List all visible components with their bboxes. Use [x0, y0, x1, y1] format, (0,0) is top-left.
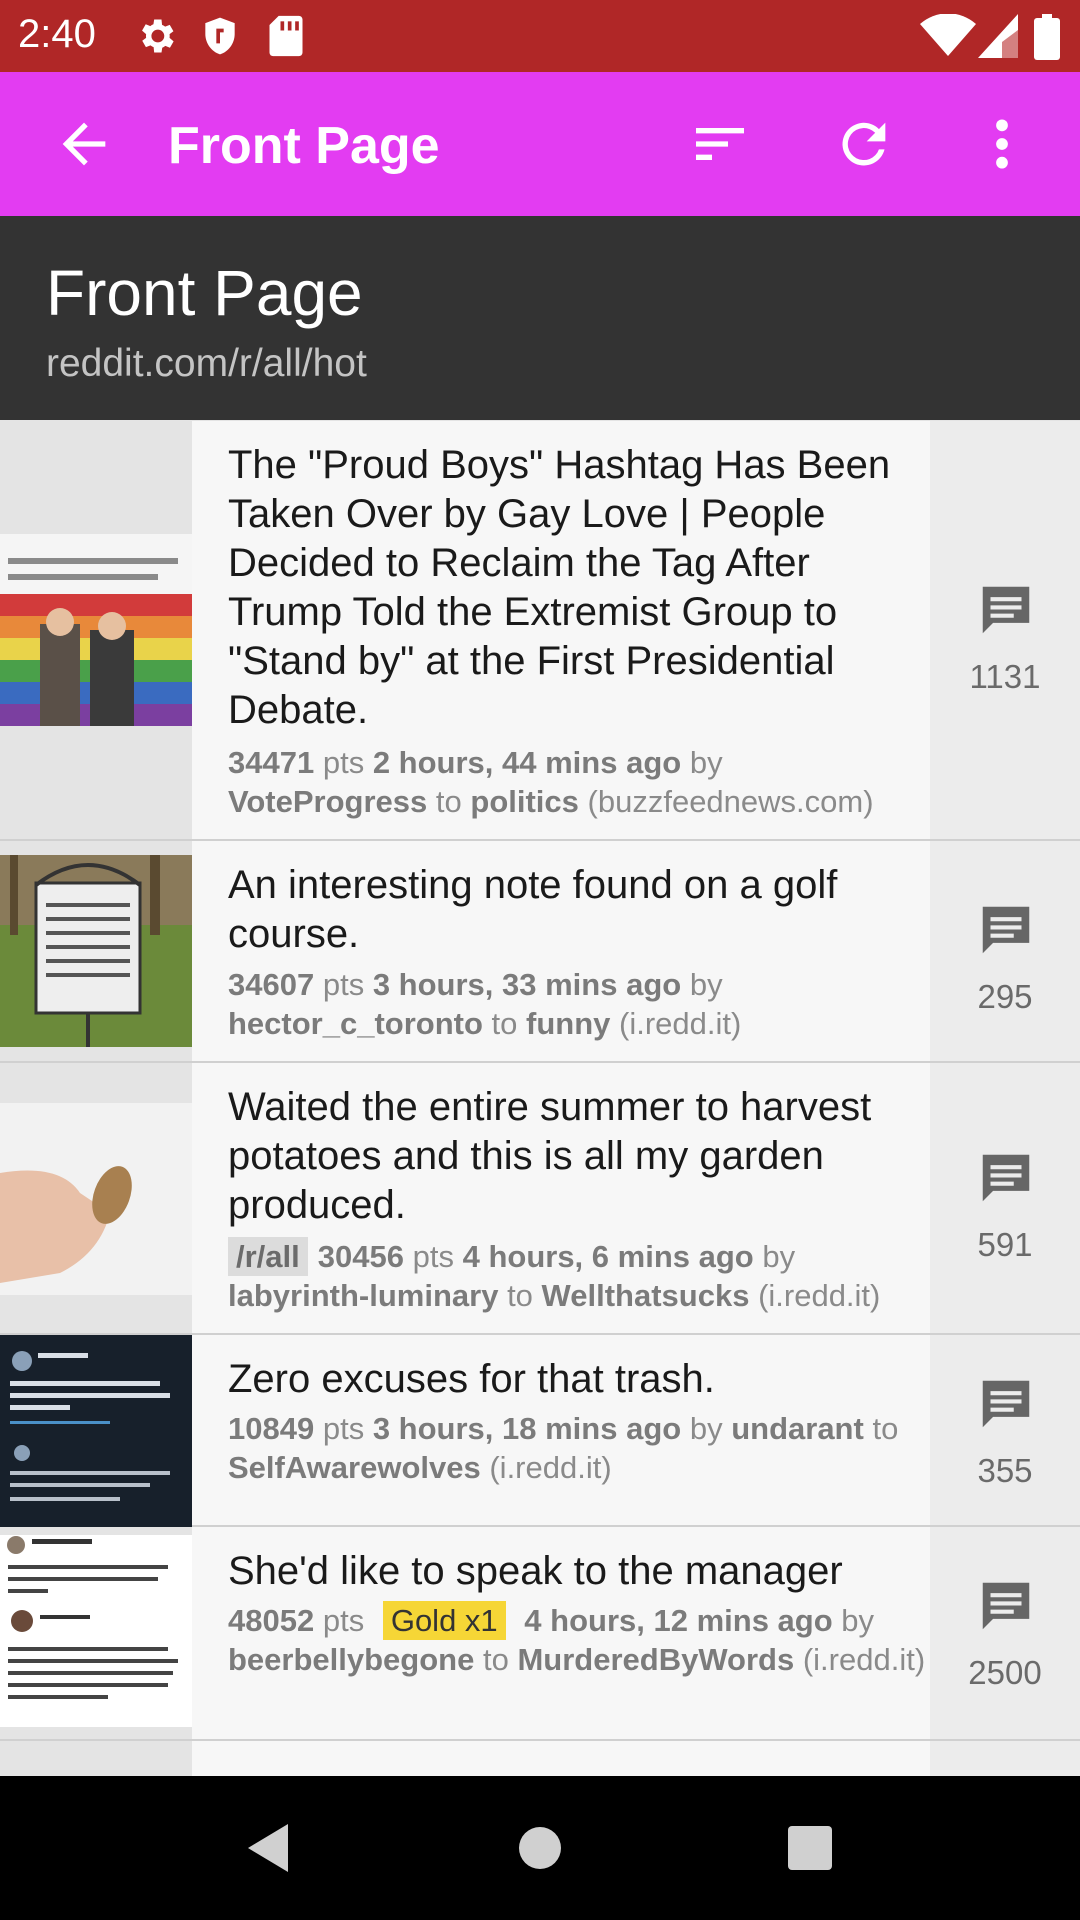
post-points: 30456	[317, 1239, 404, 1274]
post-age: 3 hours, 18 mins ago	[372, 1411, 682, 1446]
post-subreddit[interactable]: funny	[526, 1006, 610, 1041]
post-title[interactable]: She'd like to speak to the manager	[228, 1547, 918, 1596]
comment-icon	[982, 1380, 1030, 1428]
header-title: Front Page	[46, 257, 363, 329]
post-item[interactable]: She'd like to speak to the manager 48052…	[0, 1527, 1080, 1741]
post-meta: 34607 pts 3 hours, 33 mins ago by hector…	[228, 967, 742, 1041]
all-badge: /r/all	[228, 1237, 308, 1276]
post-domain: (i.redd.it)	[758, 1278, 881, 1313]
post-domain: (buzzfeednews.com)	[587, 784, 874, 819]
post-points: 34471	[228, 745, 315, 780]
comment-icon	[982, 906, 1030, 954]
status-time: 2:40	[18, 12, 96, 56]
post-age: 2 hours, 44 mins ago	[372, 745, 682, 780]
comments-button[interactable]: 295	[930, 841, 1080, 1061]
post-author[interactable]: hector_c_toronto	[228, 1006, 483, 1041]
comment-icon	[982, 586, 1030, 634]
post-meta: 34471 pts 2 hours, 44 mins ago by VotePr…	[228, 745, 874, 819]
post-meta: 48052 pts Gold x1 4 hours, 12 mins ago b…	[228, 1601, 926, 1677]
more-vert-icon[interactable]	[970, 112, 1034, 176]
comments-button[interactable]: 591	[930, 1063, 1080, 1333]
subreddit-header: Front Page reddit.com/r/all/hot	[0, 216, 1080, 420]
post-item[interactable]: The "Proud Boys" Hashtag Has Been Taken …	[0, 421, 1080, 841]
post-title[interactable]: Waited the entire summer to harvest pota…	[228, 1083, 918, 1230]
post-item[interactable]: An interesting note found on a golf cour…	[0, 841, 1080, 1063]
post-meta: /r/all 30456 pts 4 hours, 6 mins ago by l…	[228, 1237, 881, 1313]
post-domain: (i.redd.it)	[802, 1642, 926, 1677]
post-author[interactable]: beerbellybegone	[228, 1642, 474, 1677]
post-domain: (i.redd.it)	[489, 1450, 612, 1485]
back-arrow-icon[interactable]	[52, 112, 116, 176]
post-item[interactable]: Zero excuses for that trash. 10849 pts 3…	[0, 1335, 1080, 1527]
post-item-partial[interactable]	[0, 1741, 1080, 1776]
comments-button[interactable]: 355	[930, 1335, 1080, 1525]
sd-card-icon	[269, 15, 303, 57]
battery-icon	[1034, 14, 1060, 60]
back-triangle-icon[interactable]	[244, 1820, 292, 1876]
comment-count: 591	[977, 1226, 1033, 1263]
post-subreddit[interactable]: politics	[470, 784, 579, 819]
post-age: 3 hours, 33 mins ago	[372, 967, 682, 1002]
header-subtitle: reddit.com/r/all/hot	[46, 342, 367, 385]
comment-count: 295	[977, 978, 1033, 1015]
post-points: 10849	[228, 1411, 315, 1446]
post-points: 48052	[228, 1603, 315, 1638]
post-author[interactable]: VoteProgress	[228, 784, 427, 819]
post-thumbnail[interactable]	[0, 1335, 192, 1527]
refresh-icon[interactable]	[832, 112, 896, 176]
post-item[interactable]: Waited the entire summer to harvest pota…	[0, 1063, 1080, 1335]
post-title[interactable]: Zero excuses for that trash.	[228, 1355, 918, 1404]
home-circle-icon[interactable]	[518, 1820, 562, 1876]
post-subreddit[interactable]: MurderedByWords	[517, 1642, 794, 1677]
comment-count: 1131	[969, 658, 1041, 695]
shield-icon	[205, 17, 235, 55]
post-title[interactable]: The "Proud Boys" Hashtag Has Been Taken …	[228, 441, 918, 735]
post-domain: (i.redd.it)	[619, 1006, 742, 1041]
recents-square-icon[interactable]	[786, 1820, 834, 1876]
system-nav-bar	[0, 1776, 1080, 1920]
gear-icon	[142, 19, 174, 53]
comments-button[interactable]: 1131	[930, 421, 1080, 839]
post-age: 4 hours, 6 mins ago	[462, 1239, 754, 1274]
post-author[interactable]: labyrinth-luminary	[228, 1278, 498, 1313]
post-thumbnail[interactable]	[0, 1103, 192, 1295]
post-meta: 10849 pts 3 hours, 18 mins ago by undara…	[228, 1411, 899, 1485]
post-points: 34607	[228, 967, 315, 1002]
cell-signal-icon	[978, 14, 1018, 58]
comment-icon	[982, 1582, 1030, 1630]
post-thumbnail[interactable]	[0, 1535, 192, 1727]
app-bar: Front Page	[0, 72, 1080, 216]
post-thumbnail[interactable]	[0, 534, 192, 726]
gold-badge: Gold x1	[382, 1601, 506, 1640]
post-subreddit[interactable]: Wellthatsucks	[542, 1278, 750, 1313]
wifi-icon	[920, 14, 976, 56]
sort-icon[interactable]	[688, 112, 752, 176]
post-age: 4 hours, 12 mins ago	[524, 1603, 833, 1638]
comment-count: 2500	[968, 1654, 1042, 1691]
comments-button[interactable]: 2500	[930, 1527, 1080, 1739]
comment-icon	[982, 1154, 1030, 1202]
status-bar: 2:40	[0, 0, 1080, 72]
post-subreddit[interactable]: SelfAwarewolves	[228, 1450, 481, 1485]
post-thumbnail[interactable]	[0, 855, 192, 1047]
app-title: Front Page	[168, 117, 440, 175]
post-title[interactable]: An interesting note found on a golf cour…	[228, 861, 918, 959]
post-list[interactable]: The "Proud Boys" Hashtag Has Been Taken …	[0, 421, 1080, 1776]
post-author[interactable]: undarant	[731, 1411, 864, 1446]
comment-count: 355	[977, 1452, 1033, 1489]
